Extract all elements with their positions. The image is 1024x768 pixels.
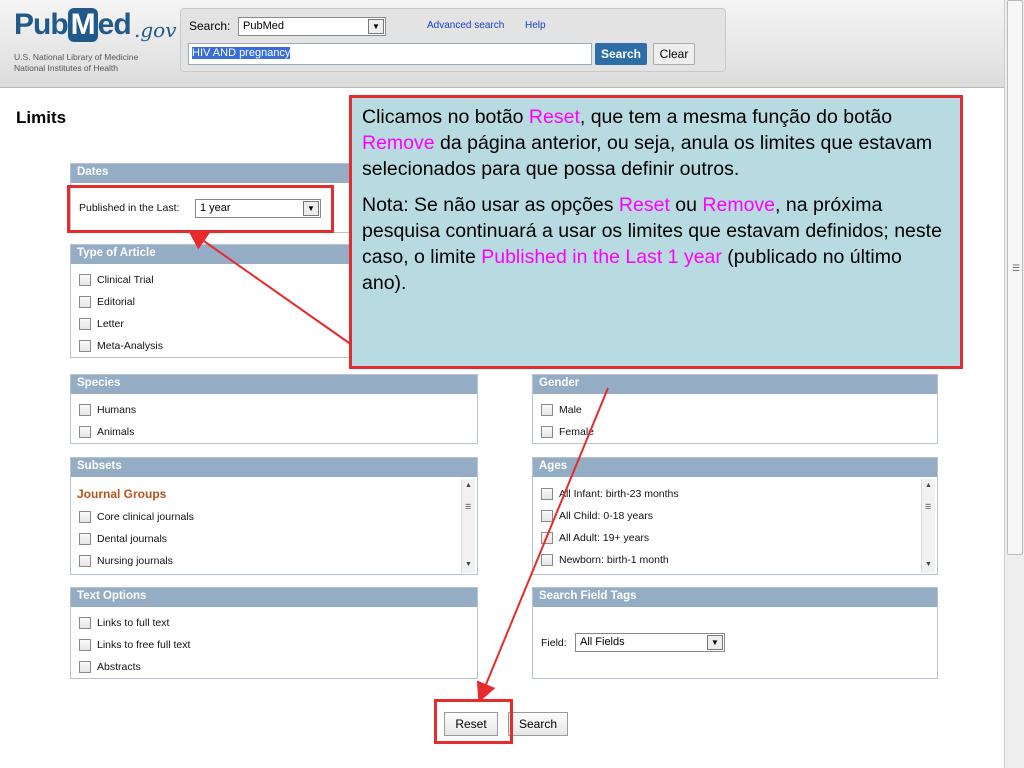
search-input[interactable]: HIV AND pregnancy <box>188 43 592 65</box>
checkbox-icon[interactable] <box>541 404 553 416</box>
scroll-down-icon[interactable]: ▼ <box>465 561 472 568</box>
checkbox-icon[interactable] <box>541 554 553 566</box>
logo-subtitle: U.S. National Library of Medicine Nation… <box>14 52 139 73</box>
text-options-heading: Text Options <box>71 588 477 607</box>
field-select[interactable]: All Fields ▼ <box>575 633 725 652</box>
search-field-tags-panel: Search Field Tags Field: All Fields ▼ <box>532 587 938 679</box>
callout-paragraph-1: Clicamos no botão Reset, que tem a mesma… <box>362 106 933 180</box>
scroll-grip-icon[interactable]: ☰ <box>925 503 931 511</box>
pubmed-logo[interactable]: Pub Med .gov U.S. National Library of Med… <box>14 6 177 76</box>
ages-scrollbar[interactable]: ▲ ☰ ▼ <box>921 479 935 573</box>
advanced-search-link[interactable]: Advanced search <box>427 20 504 31</box>
page-title: Limits <box>16 108 67 127</box>
checkbox-nursing[interactable]: Nursing journals <box>79 555 173 567</box>
checkbox-icon[interactable] <box>541 510 553 522</box>
checkbox-core-clinical[interactable]: Core clinical journals <box>79 511 194 523</box>
clear-button[interactable]: Clear <box>653 43 695 65</box>
checkbox-newborn[interactable]: Newborn: birth-1 month <box>541 554 669 566</box>
scroll-up-icon[interactable]: ▲ <box>925 482 932 489</box>
checkbox-letter[interactable]: Letter <box>79 318 124 330</box>
checkbox-icon[interactable] <box>79 296 91 308</box>
checkbox-icon[interactable] <box>79 511 91 523</box>
checkbox-icon[interactable] <box>79 318 91 330</box>
checkbox-male[interactable]: Male <box>541 404 582 416</box>
checkbox-icon[interactable] <box>79 274 91 286</box>
checkbox-all-adult[interactable]: All Adult: 19+ years <box>541 532 649 544</box>
checkbox-icon[interactable] <box>79 639 91 651</box>
highlight-box-dates <box>67 185 334 233</box>
logo-wordmark: Pub Med <box>14 8 132 42</box>
scrollbar-thumb[interactable]: ☰ <box>1007 0 1023 555</box>
checkbox-icon[interactable] <box>79 533 91 545</box>
journal-groups-title: Journal Groups <box>77 487 167 501</box>
subsets-panel: Subsets Journal Groups Core clinical jou… <box>70 457 478 575</box>
species-heading: Species <box>71 375 477 394</box>
checkbox-icon[interactable] <box>79 661 91 673</box>
checkbox-animals[interactable]: Animals <box>79 426 134 438</box>
checkbox-clinical-trial[interactable]: Clinical Trial <box>79 274 154 286</box>
text-options-panel: Text Options Links to full text Links to… <box>70 587 478 679</box>
highlight-box-reset <box>434 699 513 744</box>
scroll-grip-icon[interactable]: ☰ <box>1012 263 1020 274</box>
checkbox-dental[interactable]: Dental journals <box>79 533 167 545</box>
checkbox-meta-analysis[interactable]: Meta-Analysis <box>79 340 163 352</box>
checkbox-icon[interactable] <box>79 404 91 416</box>
bottom-search-button[interactable]: Search <box>508 712 568 736</box>
checkbox-icon[interactable] <box>79 555 91 567</box>
ages-heading: Ages <box>533 458 937 477</box>
checkbox-icon[interactable] <box>541 488 553 500</box>
checkbox-humans[interactable]: Humans <box>79 404 136 416</box>
ages-panel: Ages All Infant: birth-23 months All Chi… <box>532 457 938 575</box>
search-field-tags-heading: Search Field Tags <box>533 588 937 607</box>
chevron-down-icon[interactable]: ▼ <box>707 635 723 650</box>
gender-panel: Gender Male Female <box>532 374 938 444</box>
checkbox-icon[interactable] <box>79 426 91 438</box>
window-scrollbar[interactable]: ☰ <box>1004 0 1024 768</box>
search-button[interactable]: Search <box>595 43 647 65</box>
chevron-down-icon[interactable]: ▼ <box>368 19 384 34</box>
checkbox-all-infant[interactable]: All Infant: birth-23 months <box>541 488 679 500</box>
callout-paragraph-2: Nota: Se não usar as opções Reset ou Rem… <box>362 194 942 294</box>
gender-heading: Gender <box>533 375 937 394</box>
explanation-callout: Clicamos no botão Reset, que tem a mesma… <box>349 95 963 369</box>
checkbox-icon[interactable] <box>541 532 553 544</box>
checkbox-all-child[interactable]: All Child: 0-18 years <box>541 510 653 522</box>
checkbox-icon[interactable] <box>541 426 553 438</box>
checkbox-abstracts[interactable]: Abstracts <box>79 661 141 673</box>
checkbox-icon[interactable] <box>79 617 91 629</box>
database-select[interactable]: PubMed ▼ <box>238 17 386 36</box>
scroll-grip-icon[interactable]: ☰ <box>465 503 471 511</box>
logo-gov: .gov <box>134 18 177 42</box>
search-panel: Search: PubMed ▼ Advanced search Help HI… <box>180 8 726 72</box>
checkbox-full-text[interactable]: Links to full text <box>79 617 169 629</box>
subsets-scrollbar[interactable]: ▲ ☰ ▼ <box>461 479 475 573</box>
search-label: Search: <box>189 19 231 33</box>
checkbox-icon[interactable] <box>79 340 91 352</box>
help-link[interactable]: Help <box>525 20 546 31</box>
checkbox-editorial[interactable]: Editorial <box>79 296 135 308</box>
checkbox-female[interactable]: Female <box>541 426 594 438</box>
subsets-heading: Subsets <box>71 458 477 477</box>
scroll-up-icon[interactable]: ▲ <box>465 482 472 489</box>
species-panel: Species Humans Animals <box>70 374 478 444</box>
scroll-down-icon[interactable]: ▼ <box>925 561 932 568</box>
checkbox-free-full-text[interactable]: Links to free full text <box>79 639 190 651</box>
field-label: Field: <box>541 637 567 649</box>
pubmed-header: Pub Med .gov U.S. National Library of Med… <box>0 0 1004 88</box>
